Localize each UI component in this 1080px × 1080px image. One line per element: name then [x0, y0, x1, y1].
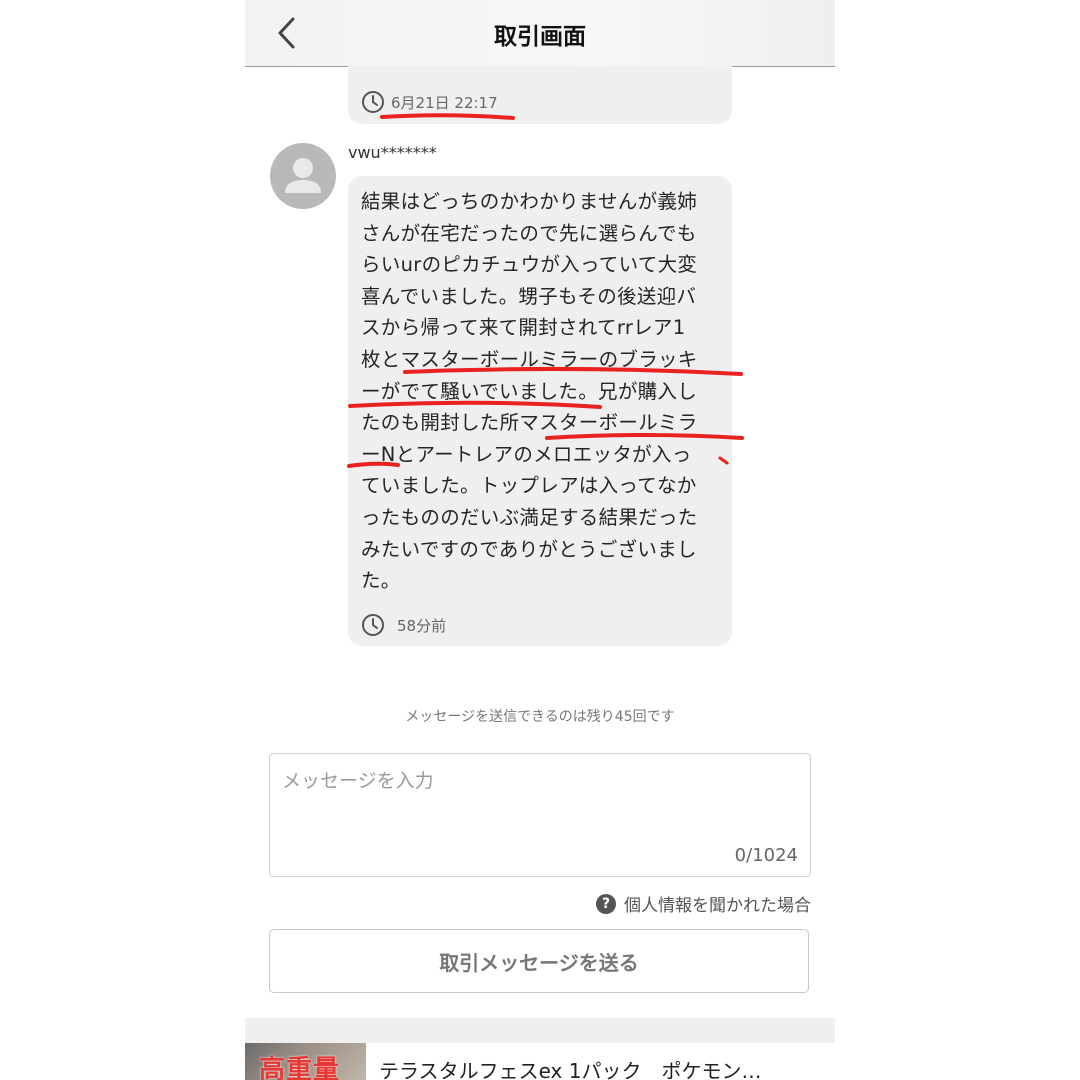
message-line: みたいですのでありがとうございまし [361, 537, 697, 561]
message-input-box[interactable]: 0/1024 [269, 753, 811, 877]
message-line: ったもののだいぶ満足する結果だった [361, 505, 698, 529]
message-line: ーNとアートレアのメロエッタが入っ [361, 442, 692, 466]
thumbnail-text: 高重量 [259, 1055, 341, 1080]
message-line: 枚とマスターボールミラーのブラッキ [361, 347, 698, 371]
message-line: らいurのピカチュウが入っていて大変 [361, 253, 698, 277]
section-divider [245, 1018, 835, 1043]
message-input[interactable] [270, 754, 810, 876]
previous-message-time: 6月21日 22:17 [391, 93, 498, 112]
privacy-help-link[interactable]: ? 個人情報を聞かれた場合 [596, 891, 811, 916]
send-message-button[interactable]: 取引メッセージを送る [269, 929, 809, 993]
question-circle-icon: ? [596, 893, 616, 914]
header-bar: 取引画面 [245, 0, 835, 67]
message-line: さんが在宅だったので先に選らんでも [361, 221, 697, 245]
previous-message-time-row: 6月21日 22:17 [361, 90, 498, 114]
message-time: 58分前 [397, 616, 447, 635]
privacy-help-label: 個人情報を聞かれた場合 [624, 896, 811, 916]
message-text: 結果はどっちのかわかりませんが義姉 さんが在宅だったので先に選らんでも らいur… [361, 186, 698, 597]
clock-icon [362, 614, 384, 636]
message-line: 喜んでいました。甥子もその後送迎バ [361, 284, 697, 308]
message-line: た。 [361, 569, 401, 593]
message-bubble: 結果はどっちのかわかりませんが義姉 さんが在宅だったので先に選らんでも らいur… [348, 176, 732, 646]
trade-screen: 取引画面 6月21日 22:17 vwu******* 結果はどっちのかわかりま… [245, 0, 835, 1080]
product-thumbnail: 高重量 [245, 1043, 366, 1080]
character-counter: 0/1024 [734, 845, 798, 866]
message-line: スから帰って来て開封されてrrレア1 [361, 316, 686, 340]
user-silhouette-icon [285, 158, 321, 193]
sender-username: vwu******* [348, 143, 437, 162]
clock-icon [362, 91, 384, 113]
previous-message-bubble: 6月21日 22:17 [348, 66, 732, 124]
page-title: 取引画面 [494, 24, 586, 50]
product-item[interactable]: 高重量 テラスタルフェスex 1パック ポケモン… [245, 1043, 835, 1080]
message-line: たのも開封した所マスターボールミラ [361, 411, 698, 435]
message-time-row: 58分前 [361, 613, 446, 637]
message-line: 結果はどっちのかわかりませんが義姉 [361, 190, 698, 213]
remaining-messages-text: メッセージを送信できるのは残り45回です [405, 709, 675, 725]
avatar[interactable] [270, 143, 336, 209]
message-line: ていました。トップレアは入ってなか [361, 474, 697, 498]
product-title: テラスタルフェスex 1パック ポケモン… [379, 1059, 762, 1080]
message-line: ーがでて騒いでいました。兄が購入し [361, 379, 698, 403]
